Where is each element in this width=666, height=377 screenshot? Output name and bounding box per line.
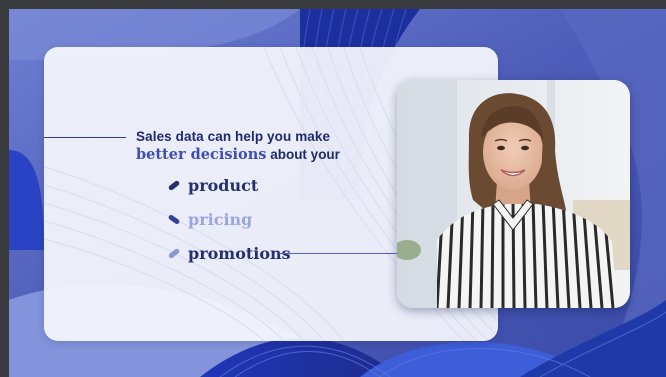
headline-line1: Sales data can help you make <box>136 129 331 144</box>
pill-bullet-icon <box>167 179 181 192</box>
list-item-label: promotions <box>188 244 291 263</box>
list-item-label: pricing <box>188 210 253 229</box>
headline-accent: better decisions <box>136 146 267 163</box>
pill-bullet-icon <box>167 214 181 225</box>
headline-tail: about your <box>266 147 340 162</box>
headline: Sales data can help you make better deci… <box>136 129 436 164</box>
slide-canvas: Sales data can help you make better deci… <box>0 0 666 377</box>
list-item-label: product <box>188 176 259 195</box>
promotions-connector-rule <box>279 253 403 254</box>
smiling-woman-photo <box>397 80 630 308</box>
list-item-product: product <box>167 176 259 195</box>
pill-bullet-icon <box>167 247 181 260</box>
headline-rule-left <box>44 137 126 138</box>
headline-line2: better decisions about your <box>136 146 436 164</box>
list-item-promotions: promotions <box>167 244 291 263</box>
list-item-pricing: pricing <box>167 210 253 229</box>
